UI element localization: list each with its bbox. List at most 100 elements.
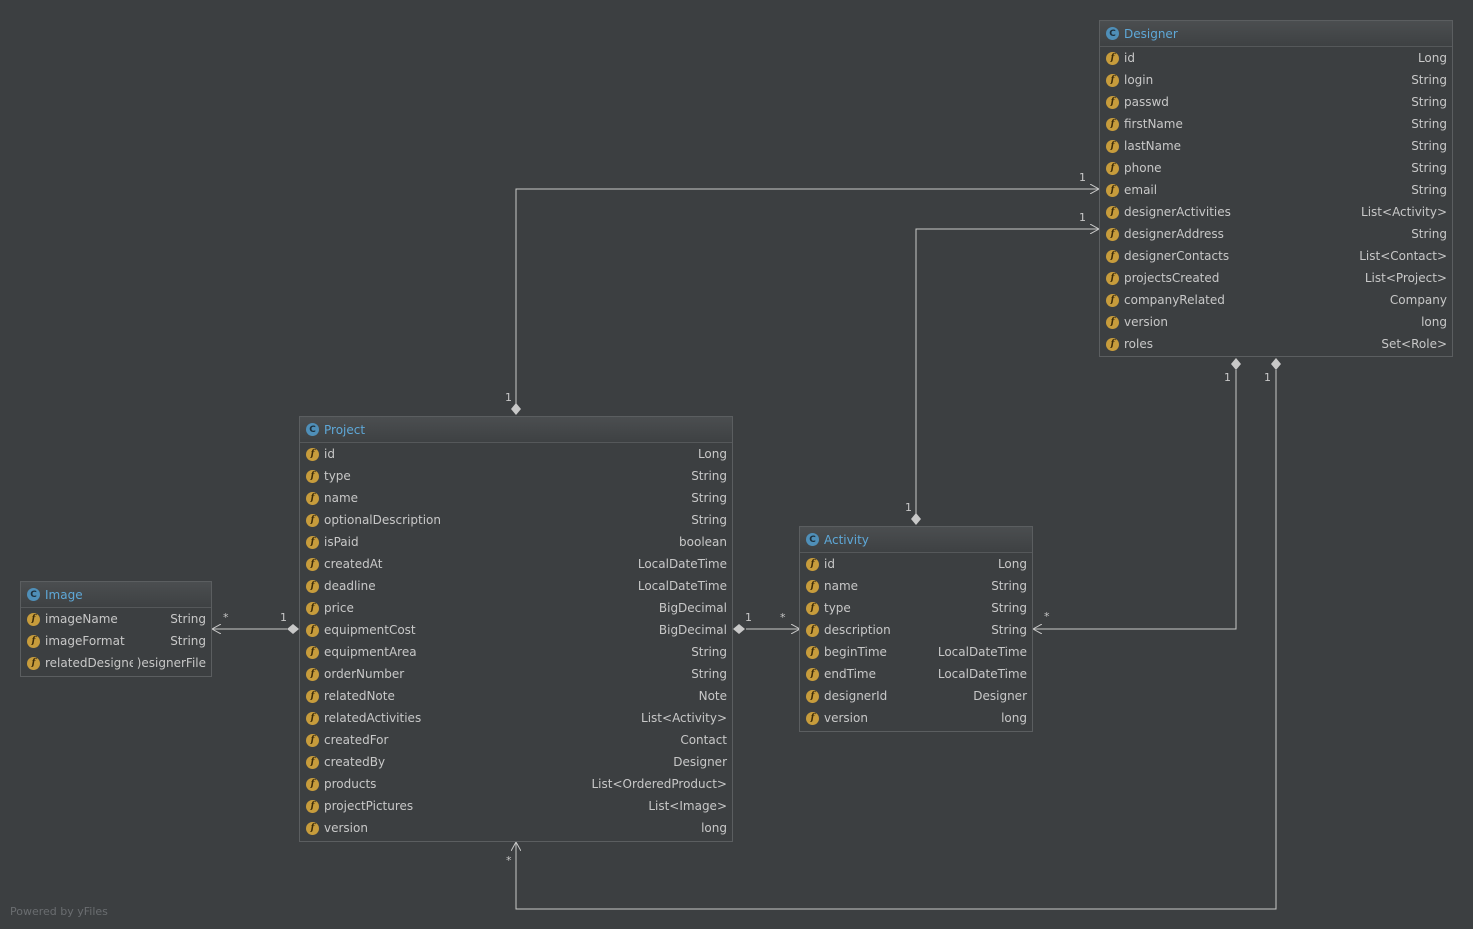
edge-project-designer	[511, 189, 1099, 415]
field-type: Designer	[973, 689, 1027, 703]
field-icon: f	[306, 557, 319, 571]
field-row[interactable]: f version long	[1100, 311, 1452, 333]
field-row[interactable]: f version long	[300, 817, 732, 839]
class-header[interactable]: C Activity	[800, 527, 1032, 553]
multiplicity-label: *	[1044, 610, 1050, 623]
field-row[interactable]: f roles Set<Role>	[1100, 333, 1452, 355]
field-name: equipmentArea	[324, 645, 417, 659]
class-node-designer[interactable]: C Designer f id Long f login String f passwd Str…	[1099, 20, 1453, 357]
field-type: Long	[1417, 51, 1447, 65]
field-icon: f	[306, 821, 319, 835]
field-row[interactable]: f description String	[800, 619, 1032, 641]
field-name: name	[324, 491, 359, 505]
field-name: firstName	[1124, 117, 1183, 131]
field-row[interactable]: f companyRelated Company	[1100, 289, 1452, 311]
field-row[interactable]: f relatedNote Note	[300, 685, 732, 707]
field-row[interactable]: f type String	[300, 465, 732, 487]
field-name: lastName	[1124, 139, 1182, 153]
field-row[interactable]: f id Long	[1100, 47, 1452, 69]
multiplicity-label: *	[780, 611, 786, 624]
field-row[interactable]: f designerActivities List<Activity>	[1100, 201, 1452, 223]
field-name: beginTime	[824, 645, 887, 659]
field-row[interactable]: f optionalDescription String	[300, 509, 732, 531]
field-row[interactable]: f email String	[1100, 179, 1452, 201]
watermark: Powered by yFiles	[10, 905, 108, 918]
field-type: String	[991, 601, 1027, 615]
field-type: String	[1411, 117, 1447, 131]
field-row[interactable]: f firstName String	[1100, 113, 1452, 135]
field-type: Note	[698, 689, 727, 703]
field-row[interactable]: f endTime LocalDateTime	[800, 663, 1032, 685]
class-header[interactable]: C Image	[21, 582, 211, 608]
field-row[interactable]: f imageName String	[21, 608, 211, 630]
class-name: Activity	[824, 532, 869, 547]
field-row[interactable]: f lastName String	[1100, 135, 1452, 157]
field-row[interactable]: f createdFor Contact	[300, 729, 732, 751]
field-row[interactable]: f projectsCreated List<Project>	[1100, 267, 1452, 289]
field-row[interactable]: f id Long	[300, 443, 732, 465]
field-type: List<Activity>	[641, 711, 727, 725]
field-row[interactable]: f login String	[1100, 69, 1452, 91]
field-type: Long	[697, 447, 727, 461]
field-row[interactable]: f equipmentArea String	[300, 641, 732, 663]
field-row[interactable]: f passwd String	[1100, 91, 1452, 113]
field-name: phone	[1124, 161, 1162, 175]
field-row[interactable]: f orderNumber String	[300, 663, 732, 685]
class-node-project[interactable]: C Project f id Long f type String f name String f…	[299, 416, 733, 842]
field-name: equipmentCost	[324, 623, 416, 637]
field-row[interactable]: f id Long	[800, 553, 1032, 575]
field-icon: f	[306, 491, 319, 505]
class-header[interactable]: C Project	[300, 417, 732, 443]
field-row[interactable]: f projectPictures List<Image>	[300, 795, 732, 817]
field-name: email	[1124, 183, 1158, 197]
field-row[interactable]: f isPaid boolean	[300, 531, 732, 553]
field-type: Designer	[673, 755, 727, 769]
field-type: String	[691, 667, 727, 681]
field-row[interactable]: f createdAt LocalDateTime	[300, 553, 732, 575]
field-row[interactable]: f deadline LocalDateTime	[300, 575, 732, 597]
class-node-image[interactable]: C Image f imageName String f imageFormat Stri…	[20, 581, 212, 677]
field-icon: f	[806, 689, 819, 703]
field-row[interactable]: f equipmentCost BigDecimal	[300, 619, 732, 641]
field-row[interactable]: f name String	[800, 575, 1032, 597]
class-node-activity[interactable]: C Activity f id Long f name String f type String…	[799, 526, 1033, 732]
field-row[interactable]: f relatedActivities List<Activity>	[300, 707, 732, 729]
class-header[interactable]: C Designer	[1100, 21, 1452, 47]
field-name: optionalDescription	[324, 513, 441, 527]
field-row[interactable]: f relatedDesignerFile)esignerFile	[21, 652, 211, 674]
field-name: id	[1124, 51, 1135, 65]
field-name: deadline	[324, 579, 376, 593]
field-icon: f	[306, 447, 319, 461]
field-icon: f	[1106, 293, 1119, 307]
field-row[interactable]: f price BigDecimal	[300, 597, 732, 619]
field-type: BigDecimal	[658, 601, 727, 615]
field-type: )esignerFile	[136, 656, 206, 670]
field-row[interactable]: f imageFormat String	[21, 630, 211, 652]
field-row[interactable]: f createdBy Designer	[300, 751, 732, 773]
field-icon: f	[806, 711, 819, 725]
field-row[interactable]: f beginTime LocalDateTime	[800, 641, 1032, 663]
field-name: id	[824, 557, 835, 571]
field-row[interactable]: f products List<OrderedProduct>	[300, 773, 732, 795]
composition-diamond	[1231, 358, 1241, 370]
field-icon: f	[1106, 205, 1119, 219]
multiplicity-label: 1	[1079, 211, 1086, 224]
composition-diamond	[1271, 358, 1281, 370]
field-row[interactable]: f designerAddress String	[1100, 223, 1452, 245]
multiplicity-label: 1	[905, 501, 912, 514]
field-row[interactable]: f name String	[300, 487, 732, 509]
field-row[interactable]: f type String	[800, 597, 1032, 619]
field-row[interactable]: f designerContacts List<Contact>	[1100, 245, 1452, 267]
field-row[interactable]: f designerId Designer	[800, 685, 1032, 707]
field-name: type	[824, 601, 851, 615]
field-icon: f	[806, 601, 819, 615]
field-row[interactable]: f phone String	[1100, 157, 1452, 179]
field-type: Company	[1389, 293, 1447, 307]
field-icon: f	[306, 799, 319, 813]
field-type: String	[170, 612, 206, 626]
field-name: projectPictures	[324, 799, 414, 813]
field-type: String	[1411, 161, 1447, 175]
multiplicity-label: *	[506, 854, 512, 867]
edge-designer-activity	[1033, 358, 1241, 629]
field-row[interactable]: f version long	[800, 707, 1032, 729]
